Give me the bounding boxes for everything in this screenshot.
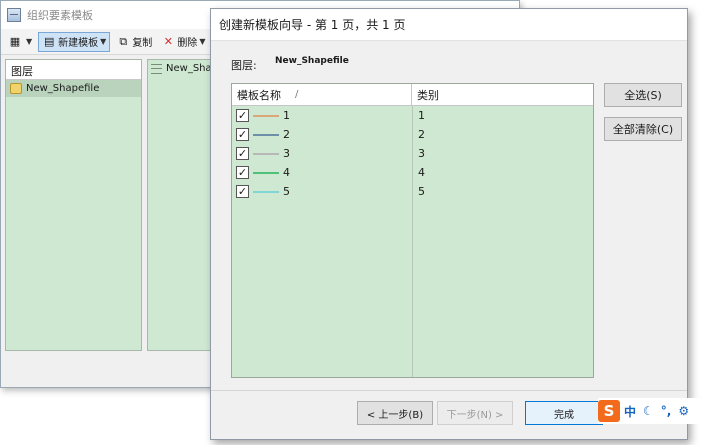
template-name-cell: ✓ 1: [232, 109, 412, 122]
organize-tool-button[interactable]: ▦ ▼: [5, 32, 35, 52]
template-name-cell: ✓ 4: [232, 166, 412, 179]
template-category: 3: [418, 147, 425, 160]
chevron-down-icon: ▼: [100, 37, 107, 46]
copy-button[interactable]: ⧉ 复制: [113, 32, 155, 52]
template-list-item[interactable]: New_Shap: [148, 60, 218, 77]
row-checkbox[interactable]: ✓: [236, 109, 249, 122]
template-name: 2: [283, 128, 290, 141]
template-category: 4: [418, 166, 425, 179]
chevron-down-icon: ▼: [199, 37, 206, 46]
template-grid-body: ✓ 1 1 ✓ 2 2 ✓ 3 3 ✓ 4 4 ✓ 5 5: [232, 106, 593, 377]
copy-label: 复制: [132, 38, 153, 49]
column-header-category[interactable]: 类别: [412, 84, 593, 105]
template-grid: 模板名称 / 类别 ✓ 1 1 ✓ 2 2 ✓ 3 3 ✓ 4 4 ✓ 5 5: [231, 83, 594, 378]
row-checkbox[interactable]: ✓: [236, 147, 249, 160]
chevron-down-icon: ▼: [26, 37, 33, 46]
moon-icon[interactable]: ☾: [643, 404, 654, 418]
column-header-template-name-label: 模板名称: [237, 88, 281, 102]
layer-tree-panel: 图层 New_Shapefile: [5, 59, 142, 351]
next-button[interactable]: 下一步(N) >: [437, 401, 513, 425]
delete-label: 删除: [177, 38, 198, 49]
layer-tree-header: 图层: [6, 60, 141, 80]
shapefile-icon: [10, 83, 22, 94]
settings-icon[interactable]: ⚙: [678, 404, 689, 418]
row-checkbox[interactable]: ✓: [236, 166, 249, 179]
template-name-cell: ✓ 3: [232, 147, 412, 160]
symbol-swatch: [253, 114, 279, 117]
delete-button[interactable]: ✕ 删除 ▼: [158, 32, 208, 52]
copy-icon: ⧉: [119, 34, 128, 48]
delete-icon: ✕: [163, 34, 173, 48]
new-template-label: 新建模板: [58, 38, 99, 49]
layer-value: New_Shapefile: [275, 56, 349, 66]
background-window-title: 组织要素模板: [27, 9, 93, 22]
ime-toolbar: S 中 ☾ °, ⚙: [598, 398, 706, 424]
ime-language-toggle[interactable]: 中: [624, 403, 636, 420]
symbol-swatch: [253, 171, 279, 174]
app-icon: [7, 8, 21, 22]
symbol-swatch: [253, 152, 279, 155]
column-header-category-label: 类别: [417, 88, 439, 102]
template-category: 1: [418, 109, 425, 122]
new-template-icon: ▤: [43, 34, 55, 48]
template-name: 5: [283, 185, 290, 198]
template-list-panel: New_Shap: [147, 59, 219, 351]
template-icon: [151, 63, 163, 74]
symbol-swatch: [253, 190, 279, 193]
template-name-cell: ✓ 2: [232, 128, 412, 141]
row-checkbox[interactable]: ✓: [236, 128, 249, 141]
template-name: 1: [283, 109, 290, 122]
column-header-template-name[interactable]: 模板名称 /: [232, 84, 412, 105]
template-grid-header: 模板名称 / 类别: [232, 84, 593, 106]
clear-all-button[interactable]: 全部清除(C): [604, 117, 682, 141]
template-category: 2: [418, 128, 425, 141]
wizard-title: 创建新模板向导 - 第 1 页，共 1 页: [211, 9, 687, 41]
template-category: 5: [418, 185, 425, 198]
punctuation-icon[interactable]: °,: [661, 404, 672, 418]
back-button[interactable]: < 上一步(B): [357, 401, 433, 425]
ime-logo-icon[interactable]: S: [598, 400, 620, 422]
finish-button[interactable]: 完成: [525, 401, 603, 425]
template-name-cell: ✓ 5: [232, 185, 412, 198]
footer-divider: [211, 390, 687, 391]
organize-icon: ▦: [9, 34, 21, 48]
select-all-button[interactable]: 全选(S): [604, 83, 682, 107]
column-divider: [412, 106, 413, 377]
new-template-button[interactable]: ▤ 新建模板 ▼: [38, 31, 111, 52]
create-template-wizard-dialog: 创建新模板向导 - 第 1 页，共 1 页 图层: New_Shapefile …: [210, 8, 688, 440]
template-name: 3: [283, 147, 290, 160]
template-name: 4: [283, 166, 290, 179]
sort-indicator: /: [295, 89, 299, 100]
layer-label: 图层:: [231, 59, 257, 72]
row-checkbox[interactable]: ✓: [236, 185, 249, 198]
symbol-swatch: [253, 133, 279, 136]
layer-tree-item[interactable]: New_Shapefile: [6, 80, 141, 97]
layer-tree-item-label: New_Shapefile: [26, 83, 100, 94]
